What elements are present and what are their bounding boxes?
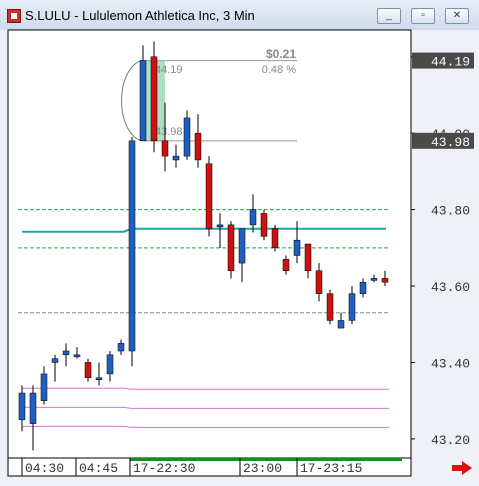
candle-body <box>337 320 345 329</box>
candle-body <box>216 224 224 228</box>
candle-body <box>238 228 246 264</box>
candle-body <box>183 117 191 157</box>
candle-body <box>73 354 81 358</box>
candle-body <box>62 350 70 356</box>
candle-body <box>348 293 356 321</box>
candle-body <box>260 213 268 237</box>
candle-body <box>106 354 114 375</box>
candle-body <box>271 228 279 249</box>
candle <box>205 156 213 237</box>
candle-body <box>95 377 103 380</box>
candle-body <box>249 209 257 226</box>
candle <box>183 110 191 160</box>
candle-body <box>128 140 136 352</box>
candle-body <box>194 132 202 161</box>
candle-body <box>370 278 378 281</box>
measure-change-label: $0.21 <box>266 47 296 61</box>
time-tick-label: 17-23:15 <box>300 461 362 476</box>
plot-area[interactable] <box>7 29 412 459</box>
candle-body <box>172 155 180 161</box>
candle <box>271 224 279 252</box>
time-tick-label: 04:30 <box>25 461 64 476</box>
candle-body <box>29 392 37 424</box>
measure-top-price-label: 44.19 <box>155 64 183 76</box>
scroll-right-arrow-icon[interactable] <box>452 461 472 475</box>
candle <box>260 209 268 241</box>
price-marker-label: 43.98 <box>431 135 470 150</box>
candle-body <box>161 140 169 157</box>
candle-body <box>51 358 59 363</box>
price-axis <box>412 30 474 458</box>
price-tick-label: 43.60 <box>431 280 470 295</box>
candle-body <box>304 243 312 271</box>
candle-body <box>205 163 213 229</box>
candle-body <box>227 224 235 271</box>
time-tick-label: 17-22:30 <box>133 461 195 476</box>
price-chart[interactable]: $0.210.48 %44.1943.98 44.2044.0043.8043.… <box>0 0 479 486</box>
candle-body <box>326 293 334 321</box>
candle-body <box>117 343 125 352</box>
candle-body <box>18 392 26 421</box>
time-tick-label: 23:00 <box>243 461 282 476</box>
candle <box>150 41 158 153</box>
candle-body <box>381 278 389 283</box>
candle-body <box>359 281 367 294</box>
price-marker-label: 44.19 <box>431 55 470 70</box>
price-tick-label: 43.20 <box>431 433 470 448</box>
time-tick-label: 04:45 <box>79 461 118 476</box>
candle <box>128 137 136 367</box>
candle-body <box>315 270 323 294</box>
candle <box>326 289 334 325</box>
measure-pct-label: 0.48 % <box>262 64 296 76</box>
price-tick-label: 43.40 <box>431 356 470 371</box>
price-tick-label: 43.80 <box>431 204 470 219</box>
candle-body <box>293 239 301 256</box>
candle-body <box>150 56 158 142</box>
candle-body <box>84 362 92 379</box>
candle-body <box>40 373 48 401</box>
candle <box>227 221 235 279</box>
candle-body <box>282 259 290 271</box>
candle-body <box>139 60 147 142</box>
measure-bottom-price-label: 43.98 <box>155 126 183 138</box>
